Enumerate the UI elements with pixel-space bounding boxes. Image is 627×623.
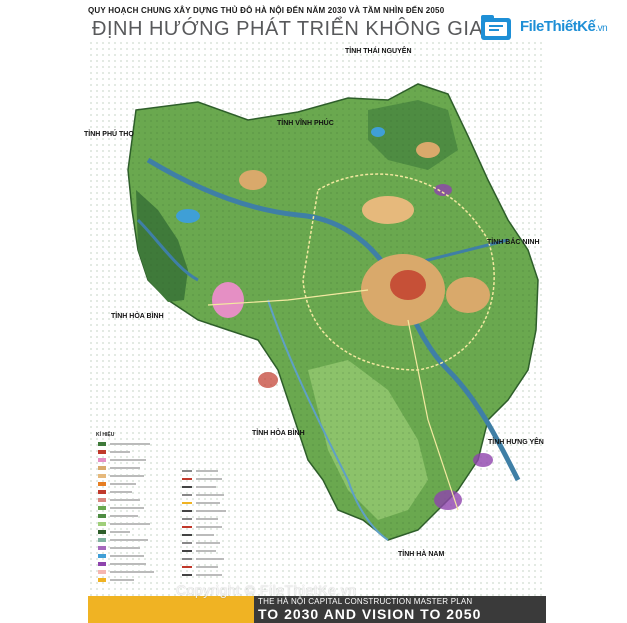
- hoa-lac-urban: [212, 282, 244, 318]
- legend-title: KÍ HIỆU: [96, 432, 115, 438]
- hanoi-historic-core: [390, 270, 426, 300]
- file-folder-icon: [481, 15, 511, 40]
- xuan-mai-urban: [258, 372, 278, 388]
- label-hoa-binh-west: TỈNH HÒA BÌNH: [111, 313, 164, 320]
- label-hung-yen: TỈNH HƯNG YÊN: [488, 439, 544, 446]
- site-logo-text: FileThiếtKế.vn: [520, 18, 608, 35]
- industrial-north: [434, 184, 452, 196]
- footer-subtitle: THE HÀ NỘI CAPITAL CONSTRUCTION MASTER P…: [258, 597, 473, 606]
- label-bac-ninh: TỈNH BẮC NINH: [487, 239, 540, 246]
- legend-swatches: [98, 442, 226, 582]
- legend-column-middle: [182, 470, 226, 576]
- copyright-watermark: Copyright © FileThietKe.vn: [176, 582, 357, 598]
- label-thai-nguyen: TỈNH THÁI NGUYÊN: [345, 48, 412, 55]
- label-phu-tho: TỈNH PHÚ THỌ: [84, 131, 134, 138]
- footer-main-title: TO 2030 AND VISION TO 2050: [258, 606, 482, 622]
- label-vinh-phuc: TỈNH VĨNH PHÚC: [277, 120, 334, 127]
- site-logo-brand: FileThiếtKế: [520, 18, 596, 35]
- map-legend: KÍ HIỆU: [96, 432, 266, 592]
- soc-son-urban: [416, 142, 440, 158]
- page: { "header": { "top_title": "QUY HOẠCH CH…: [0, 0, 627, 623]
- poster-main-title: ĐỊNH HƯỚNG PHÁT TRIỂN KHÔNG GIAN: [92, 18, 499, 40]
- east-urban-zone: [446, 277, 490, 313]
- label-ha-nam: TỈNH HÀ NAM: [398, 551, 445, 558]
- industrial-southeast: [473, 453, 493, 467]
- legend-column-left: [98, 442, 154, 582]
- phu-xuyen-urban: [434, 490, 462, 510]
- site-logo-tld: .vn: [595, 23, 608, 34]
- lake-north: [371, 127, 385, 137]
- son-tay-urban: [239, 170, 267, 190]
- north-urban-zone: [362, 196, 414, 224]
- lake-dong-mo: [176, 209, 200, 223]
- poster-top-title: QUY HOẠCH CHUNG XÂY DỰNG THỦ ĐÔ HÀ NỘI Đ…: [88, 6, 445, 15]
